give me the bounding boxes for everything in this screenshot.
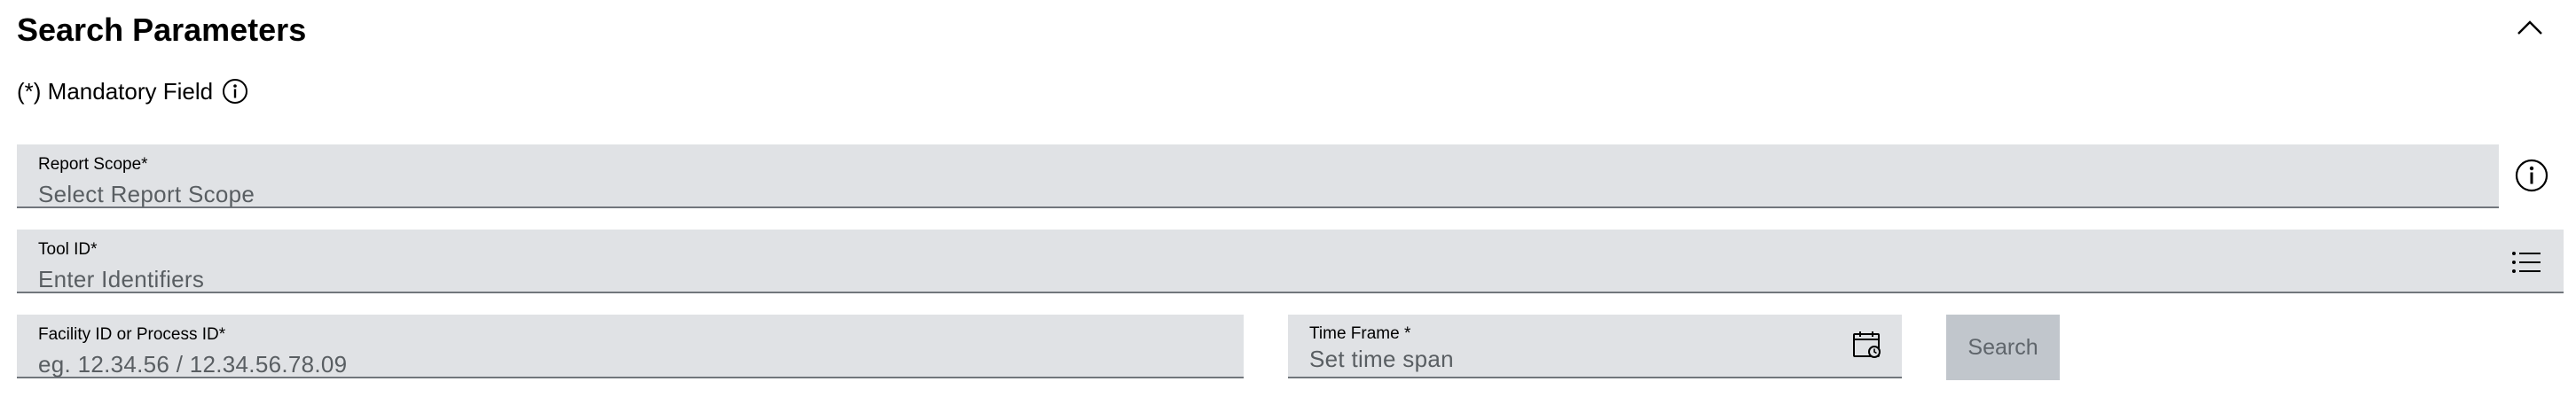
tool-id-field[interactable]: Tool ID* Enter Identifiers [17, 230, 2564, 293]
time-frame-field[interactable]: Time Frame * Set time span [1288, 315, 1902, 378]
report-scope-placeholder: Select Report Scope [38, 181, 255, 207]
collapse-section-button[interactable] [2512, 12, 2548, 43]
calendar-icon[interactable] [1851, 329, 1883, 361]
chevron-up-icon [2517, 20, 2542, 35]
time-frame-label: Time Frame * [1309, 324, 1411, 343]
time-frame-placeholder: Set time span [1309, 346, 1454, 372]
list-icon[interactable] [2510, 249, 2542, 276]
report-scope-label: Report Scope* [38, 155, 148, 174]
mandatory-note-text: (*) Mandatory Field [17, 78, 214, 105]
tool-id-placeholder: Enter Identifiers [38, 266, 205, 292]
report-scope-select[interactable]: Report Scope* Select Report Scope [17, 144, 2499, 208]
info-icon[interactable] [222, 78, 248, 105]
facility-id-field[interactable]: Facility ID or Process ID* eg. 12.34.56 … [17, 315, 1244, 378]
search-button[interactable]: Search [1946, 315, 2060, 380]
tool-id-label: Tool ID* [38, 240, 98, 259]
section-title: Search Parameters [17, 12, 307, 48]
mandatory-note: (*) Mandatory Field [17, 76, 248, 106]
report-scope-info-icon[interactable] [2513, 157, 2550, 194]
facility-id-placeholder: eg. 12.34.56 / 12.34.56.78.09 [38, 351, 348, 378]
facility-id-label: Facility ID or Process ID* [38, 325, 226, 344]
